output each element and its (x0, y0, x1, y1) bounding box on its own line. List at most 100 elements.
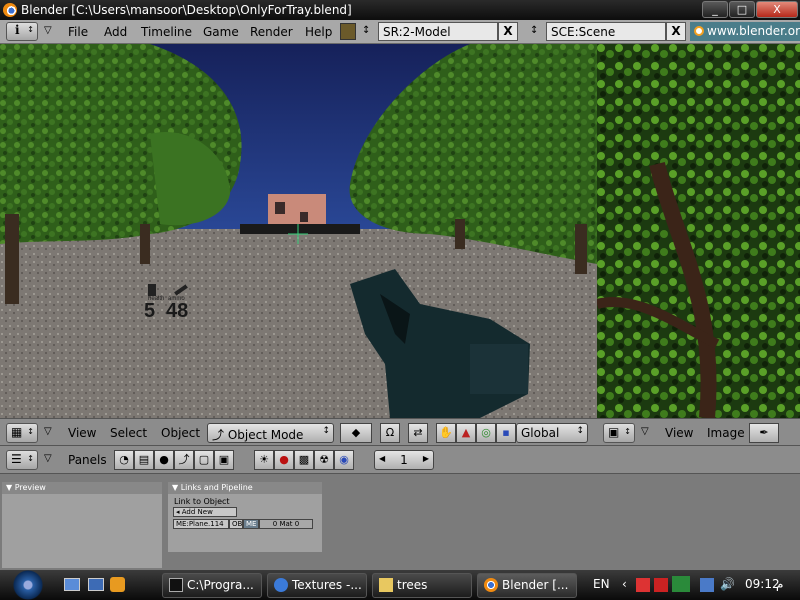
language-indicator[interactable]: EN (593, 577, 610, 591)
menu-file[interactable]: File (68, 25, 88, 39)
blender-url[interactable]: www.blender.org (690, 22, 800, 41)
screen-name-field[interactable]: SR:2-Model (378, 22, 498, 41)
collapse-menu-icon[interactable]: ▽ (44, 426, 52, 437)
mesh-name-field[interactable]: ME:Plane.114 (173, 519, 229, 529)
ob-link-button[interactable]: OB (229, 519, 243, 529)
media-player-icon[interactable] (110, 577, 125, 592)
clock-time[interactable]: 09:12 (745, 577, 780, 591)
scene-context-icon[interactable]: ▣ (214, 450, 234, 470)
pivot-icon[interactable]: Ω (380, 423, 400, 443)
image-editor-icon: ▣ (608, 425, 620, 439)
ammo-value: 48 (166, 300, 189, 322)
radiosity-icon[interactable]: ☢ (314, 450, 334, 470)
folder-icon (379, 578, 393, 592)
draw-type-button[interactable]: ◆ (340, 423, 372, 443)
screen-icon[interactable] (340, 23, 356, 40)
menu-add[interactable]: Add (104, 25, 127, 39)
menu-view[interactable]: View (68, 426, 96, 440)
task-command-prompt[interactable]: C:\Progra... (162, 573, 262, 598)
menu-image[interactable]: Image (707, 426, 745, 440)
material-icon[interactable]: ● (274, 450, 294, 470)
preview-panel-header[interactable]: ▼ Preview (2, 482, 162, 494)
buttons-window-header: ☰ ↕ ▽ Panels ◔ ▤ ● ⤴ ▢ ▣ ☀ ● ▩ ☢ ◉ ◀ 1 ▶ (0, 446, 800, 474)
task-blender[interactable]: Blender [... (477, 573, 577, 598)
minimize-button[interactable]: _ (702, 1, 728, 18)
buttons-editor-type-button[interactable]: ☰ ↕ (6, 450, 38, 470)
dropdown-arrow-icon: ↕ (322, 426, 330, 436)
game-scene (0, 44, 597, 418)
maximize-button[interactable]: □ (729, 1, 755, 18)
menu-help[interactable]: Help (305, 25, 332, 39)
menu-object[interactable]: Object (161, 426, 200, 440)
switch-windows-icon[interactable] (88, 578, 104, 591)
editing-context-icon[interactable]: ▢ (194, 450, 214, 470)
show-desktop-icon[interactable] (64, 578, 80, 591)
lamp-icon[interactable]: ☀ (254, 450, 274, 470)
me-link-button[interactable]: ME (243, 519, 259, 529)
image-editor-header: ▣ ↕ ▽ View Image ✒ (597, 418, 800, 446)
links-pipeline-panel: ▼ Links and Pipeline Link to Object ◂ Ad… (168, 482, 322, 552)
delete-scene-button[interactable]: X (666, 22, 686, 41)
image-viewport[interactable] (597, 44, 800, 418)
panels-menu[interactable]: Panels (68, 453, 107, 467)
view3d-header: ▦ ↕ ▽ View Select Object ⤴ Object Mode ↕… (0, 418, 597, 446)
texture-icon[interactable]: ▩ (294, 450, 314, 470)
manipulator-hand-icon[interactable]: ✋ (436, 423, 456, 443)
orientation-dropdown[interactable]: Global ↕ (516, 423, 588, 443)
command-prompt-icon (169, 578, 183, 592)
tray-xfire-icon[interactable] (672, 576, 690, 592)
screen-browse-icon[interactable]: ↕ (362, 25, 370, 36)
script-context-icon[interactable]: ▤ (134, 450, 154, 470)
scene-name-field[interactable]: SCE:Scene (546, 22, 666, 41)
pin-icon[interactable]: ✒ (749, 423, 779, 443)
tray-app-icon[interactable] (636, 578, 650, 592)
grid-icon: ▦ (11, 425, 23, 439)
shading-context-icon[interactable]: ● (154, 450, 174, 470)
tray-display-icon[interactable] (700, 578, 714, 592)
volume-icon[interactable]: 🔊 (720, 577, 735, 591)
ammo-icon (174, 284, 188, 296)
collapse-menu-icon[interactable]: ▽ (44, 25, 52, 36)
game-viewport[interactable]: health ammo 5 48 (0, 44, 597, 418)
material-count-field[interactable]: 0 Mat 0 (259, 519, 313, 529)
start-button[interactable] (6, 570, 50, 600)
task-textures[interactable]: Textures -... (267, 573, 367, 598)
delete-screen-button[interactable]: X (498, 22, 518, 41)
frame-number-field[interactable]: ◀ 1 ▶ (374, 450, 434, 470)
info-header: i ↕ ▽ File Add Timeline Game Render Help… (0, 20, 800, 44)
info-icon: i (15, 23, 20, 37)
snap-icon[interactable]: ⇄ (408, 423, 428, 443)
health-value: 5 (144, 300, 156, 322)
links-pipeline-panel-header[interactable]: ▼ Links and Pipeline (168, 482, 322, 494)
collapse-menu-icon[interactable]: ▽ (44, 453, 52, 464)
tray-network-icon[interactable] (654, 578, 668, 592)
object-context-icon[interactable]: ⤴ (174, 450, 194, 470)
updown-arrows-icon: ↕ (27, 427, 34, 436)
translate-icon[interactable]: ▲ (456, 423, 476, 443)
scene-browse-icon[interactable]: ↕ (530, 25, 538, 36)
menu-render[interactable]: Render (250, 25, 293, 39)
clock-ampm: م (776, 577, 784, 591)
frame-decrement-icon[interactable]: ◀ (379, 454, 385, 463)
task-trees[interactable]: trees (372, 573, 472, 598)
logic-context-icon[interactable]: ◔ (114, 450, 134, 470)
scale-icon[interactable]: ▪ (496, 423, 516, 443)
collapse-menu-icon[interactable]: ▽ (641, 426, 649, 437)
tree-texture (597, 44, 800, 418)
mode-dropdown[interactable]: ⤴ Object Mode ↕ (207, 423, 334, 443)
view3d-editor-type-button[interactable]: ▦ ↕ (6, 423, 38, 443)
frame-increment-icon[interactable]: ▶ (423, 454, 429, 463)
taskbar: C:\Progra... Textures -... trees Blender… (0, 570, 800, 600)
internet-explorer-icon (274, 578, 288, 592)
menu-game[interactable]: Game (203, 25, 239, 39)
world-icon[interactable]: ◉ (334, 450, 354, 470)
image-editor-type-button[interactable]: ▣ ↕ (603, 423, 635, 443)
add-new-button[interactable]: ◂ Add New (173, 507, 237, 517)
tray-expand-icon[interactable]: ‹ (622, 577, 627, 591)
close-button[interactable]: X (756, 1, 798, 18)
editor-type-button[interactable]: i ↕ (6, 22, 38, 41)
menu-timeline[interactable]: Timeline (141, 25, 192, 39)
rotate-icon[interactable]: ◎ (476, 423, 496, 443)
menu-image-view[interactable]: View (665, 426, 693, 440)
menu-select[interactable]: Select (110, 426, 147, 440)
